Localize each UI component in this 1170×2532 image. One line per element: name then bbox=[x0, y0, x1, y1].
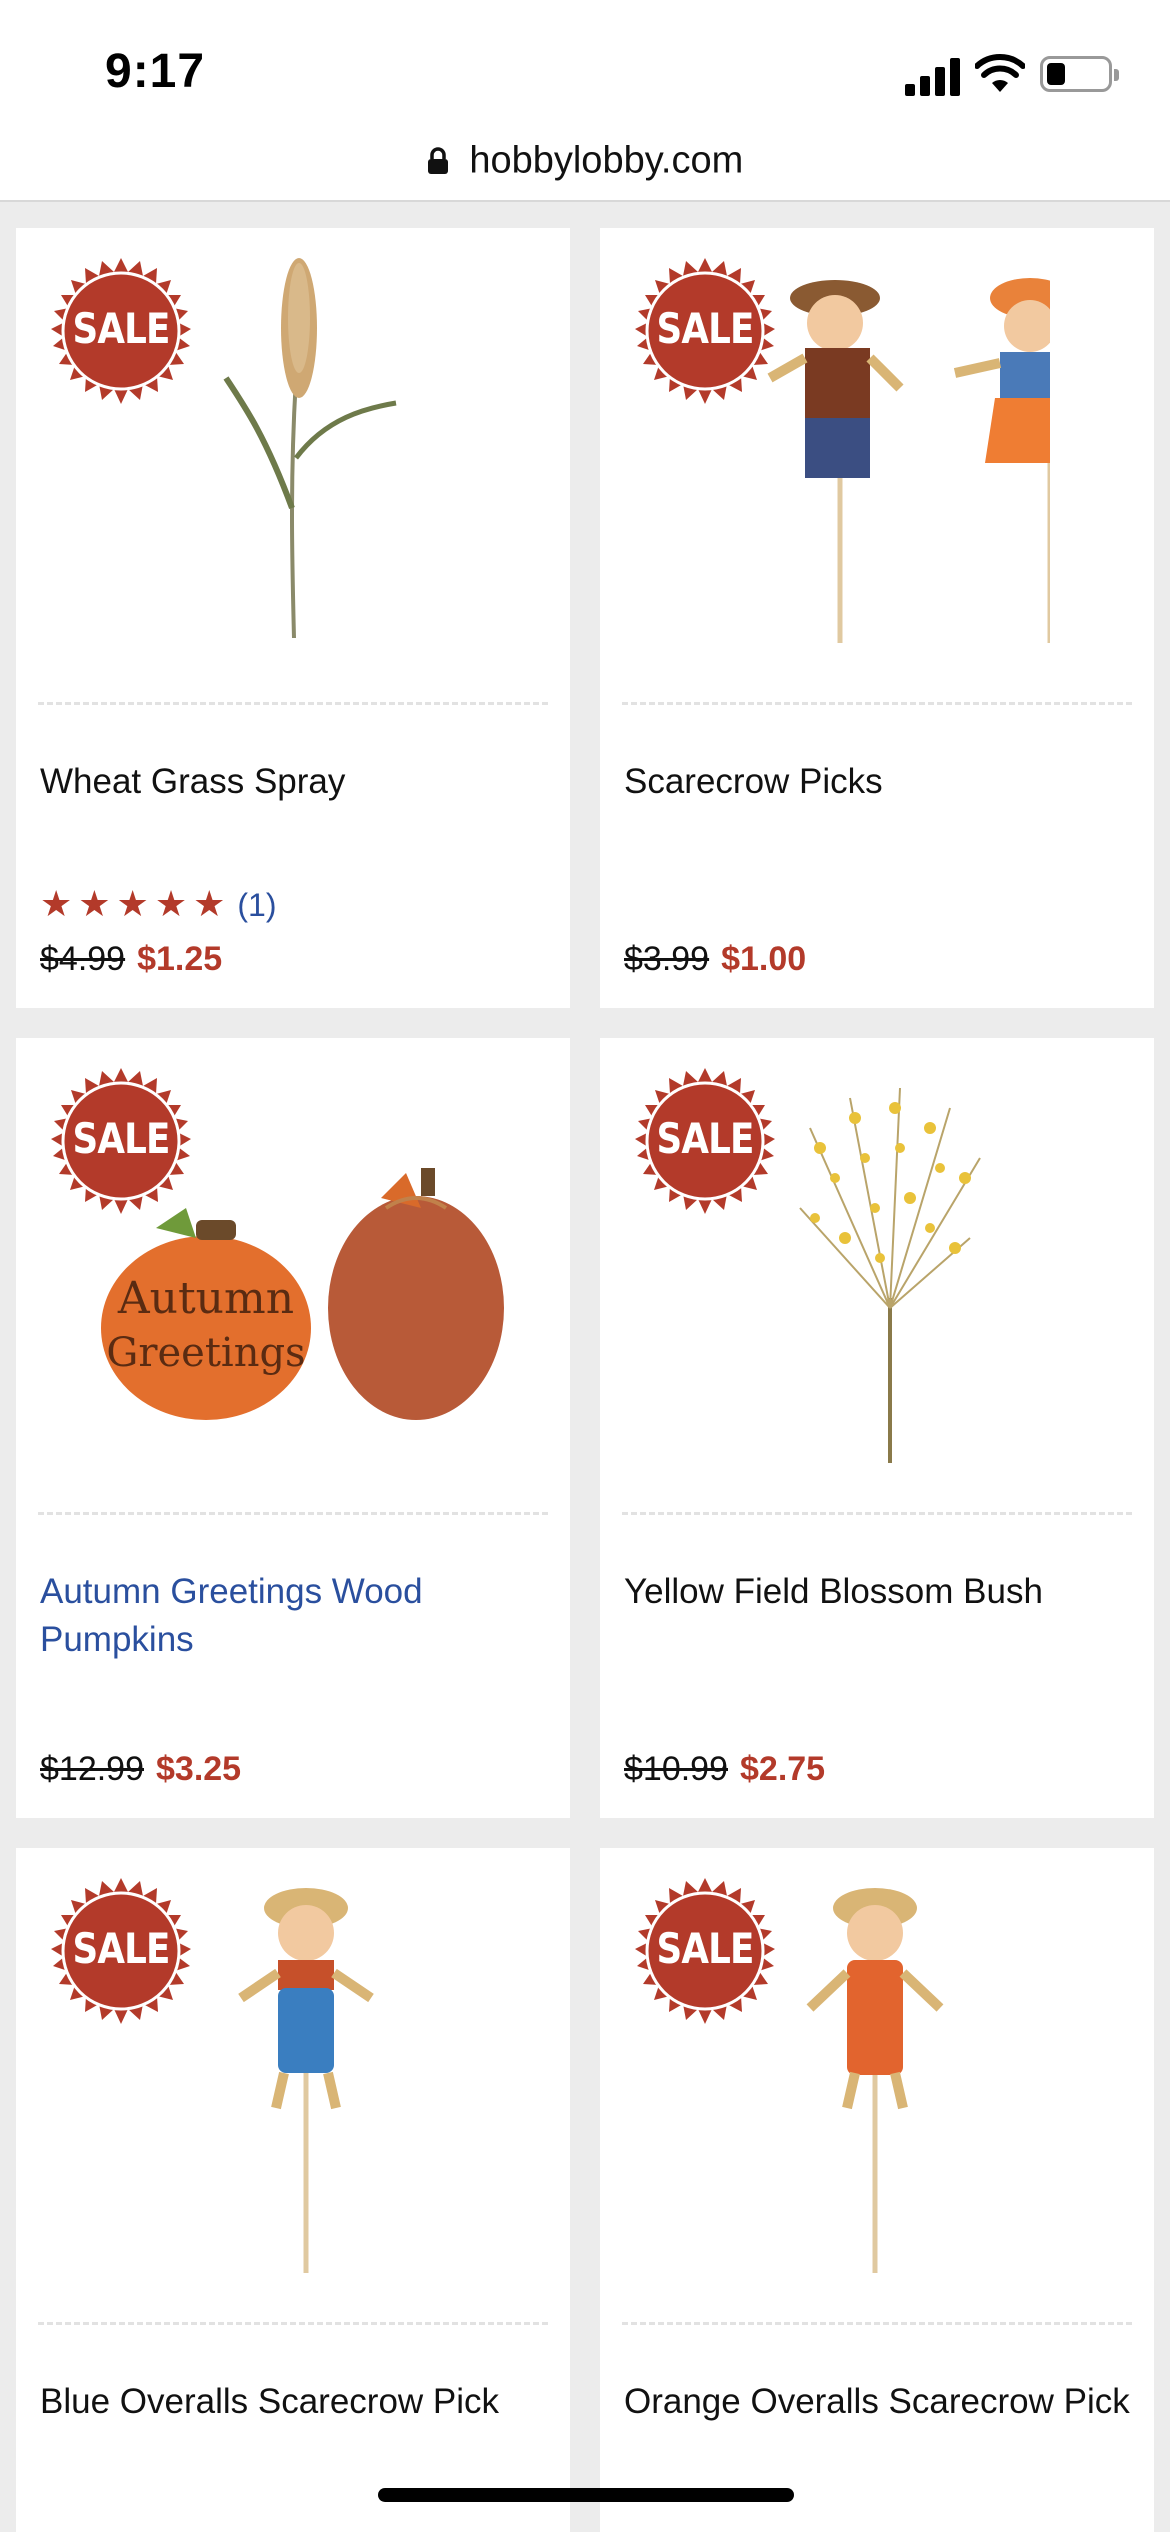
product-name[interactable]: Autumn Greetings Wood Pumpkins bbox=[40, 1568, 550, 1664]
pumpkin-text-1: Autumn bbox=[117, 1273, 294, 1324]
sale-label: SALE bbox=[72, 1114, 170, 1163]
clock: 9:17 bbox=[105, 45, 206, 98]
cellular-signal-icon bbox=[905, 56, 961, 96]
product-name[interactable]: Scarecrow Picks bbox=[624, 758, 1134, 806]
lock-icon bbox=[427, 147, 448, 174]
sale-label: SALE bbox=[656, 1924, 754, 1973]
sale-badge: SALE bbox=[46, 1878, 196, 2028]
original-price: $3.99 bbox=[624, 940, 710, 978]
sale-price: $3.25 bbox=[156, 1750, 242, 1788]
product-card[interactable]: SALE Blue Overalls Scarecrow Pick bbox=[16, 1848, 570, 2532]
divider bbox=[38, 702, 548, 705]
product-card[interactable]: SALE Yellow Field Blossom Bush $10.99 $2.… bbox=[600, 1038, 1154, 1818]
pumpkin-text-2: Greetings bbox=[106, 1330, 305, 1376]
sale-price: $2.75 bbox=[740, 1750, 826, 1788]
rating-stars: ★★★★★ bbox=[40, 883, 232, 924]
sale-badge: SALE bbox=[630, 258, 780, 408]
wifi-icon bbox=[975, 54, 1025, 92]
sale-badge: SALE bbox=[630, 1068, 780, 1218]
divider bbox=[622, 2322, 1132, 2325]
sale-label: SALE bbox=[656, 1114, 754, 1163]
scarecrow-blue-image bbox=[238, 1888, 374, 2273]
sale-badge: SALE bbox=[46, 1068, 196, 1218]
address-bar[interactable]: hobbylobby.com bbox=[0, 130, 1170, 202]
product-name[interactable]: Yellow Field Blossom Bush bbox=[624, 1568, 1134, 1616]
sale-badge: SALE bbox=[46, 258, 196, 408]
sale-label: SALE bbox=[656, 304, 754, 353]
price: $3.99 $1.00 bbox=[624, 940, 806, 979]
product-name[interactable]: Wheat Grass Spray bbox=[40, 758, 550, 806]
price: $12.99 $3.25 bbox=[40, 1750, 241, 1789]
scarecrow-orange-image bbox=[806, 1888, 944, 2273]
yellow-blossom-image bbox=[799, 1087, 981, 1463]
original-price: $10.99 bbox=[624, 1750, 728, 1788]
status-bar: 9:17 bbox=[0, 0, 1170, 140]
home-indicator[interactable] bbox=[378, 2488, 794, 2502]
sale-label: SALE bbox=[72, 304, 170, 353]
product-name[interactable]: Blue Overalls Scarecrow Pick bbox=[40, 2378, 550, 2426]
product-name[interactable]: Orange Overalls Scarecrow Pick bbox=[624, 2378, 1134, 2426]
star-rating[interactable]: ★★★★★ (1) bbox=[40, 883, 276, 925]
product-card[interactable]: SALE Orange Overalls Scarecrow Pick bbox=[600, 1848, 1154, 2532]
url-text: hobbylobby.com bbox=[469, 139, 744, 182]
divider bbox=[38, 2322, 548, 2325]
product-card[interactable]: Autumn Greetings SALE Autumn Greetings W… bbox=[16, 1038, 570, 1818]
sale-price: $1.00 bbox=[721, 940, 807, 978]
price: $10.99 $2.75 bbox=[624, 1750, 825, 1789]
sale-price: $1.25 bbox=[137, 940, 223, 978]
divider bbox=[622, 1512, 1132, 1515]
wheat-grass-image bbox=[223, 258, 397, 639]
sale-badge: SALE bbox=[630, 1878, 780, 2028]
divider bbox=[38, 1512, 548, 1515]
original-price: $4.99 bbox=[40, 940, 126, 978]
review-count[interactable]: (1) bbox=[237, 887, 276, 923]
divider bbox=[622, 702, 1132, 705]
product-card[interactable]: SALE Scarecrow Picks $3.99 $1.00 bbox=[600, 228, 1154, 1008]
price: $4.99 $1.25 bbox=[40, 940, 222, 979]
battery-icon bbox=[1040, 56, 1119, 92]
original-price: $12.99 bbox=[40, 1750, 144, 1788]
product-card[interactable]: SALE Wheat Grass Spray ★★★★★ (1) $4.99 $1.… bbox=[16, 228, 570, 1008]
sale-label: SALE bbox=[72, 1924, 170, 1973]
